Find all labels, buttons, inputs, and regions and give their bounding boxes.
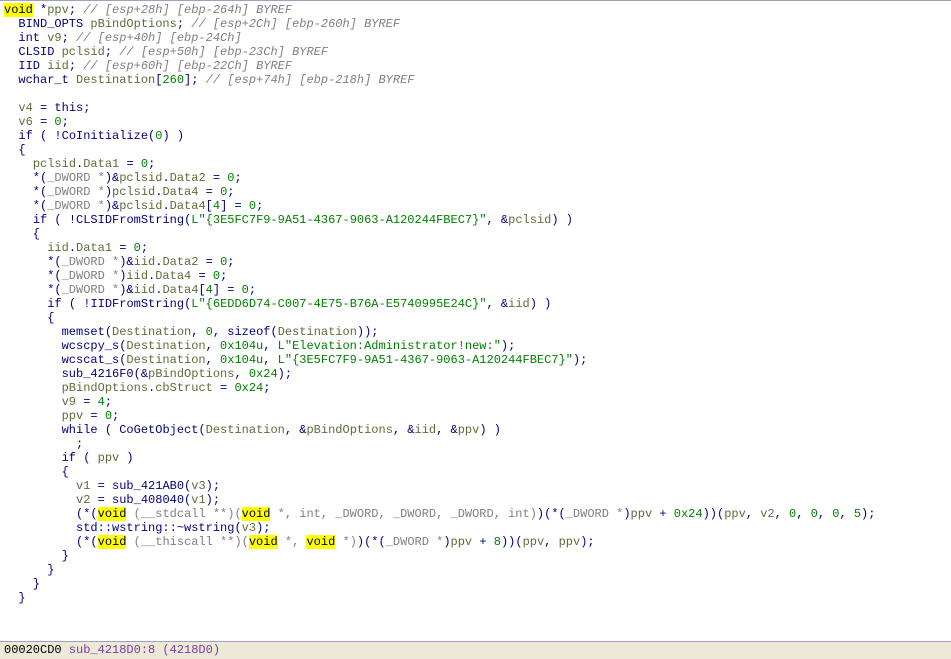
code-line[interactable]: {: [4, 227, 951, 241]
code-line[interactable]: ;: [4, 437, 951, 451]
code-line[interactable]: if ( !CLSIDFromString(L"{3E5FC7F9-9A51-4…: [4, 213, 951, 227]
code-line[interactable]: CLSID pclsid; // [esp+50h] [ebp-23Ch] BY…: [4, 45, 951, 59]
code-line[interactable]: {: [4, 143, 951, 157]
code-line[interactable]: void *ppv; // [esp+28h] [ebp-264h] BYREF: [4, 3, 951, 17]
status-offset: 00020CD0: [4, 643, 62, 657]
code-line[interactable]: (*(void (__thiscall **)(void *, void *))…: [4, 535, 951, 549]
code-line[interactable]: v9 = 4;: [4, 395, 951, 409]
code-line[interactable]: [4, 87, 951, 101]
code-line[interactable]: if ( ppv ): [4, 451, 951, 465]
code-line[interactable]: v2 = sub_408040(v1);: [4, 493, 951, 507]
code-line[interactable]: sub_4216F0(&pBindOptions, 0x24);: [4, 367, 951, 381]
pseudocode-pane[interactable]: void *ppv; // [esp+28h] [ebp-264h] BYREF…: [0, 1, 951, 641]
code-line[interactable]: memset(Destination, 0, sizeof(Destinatio…: [4, 325, 951, 339]
code-line[interactable]: wchar_t Destination[260]; // [esp+74h] […: [4, 73, 951, 87]
code-line[interactable]: *(_DWORD *)pclsid.Data4 = 0;: [4, 185, 951, 199]
highlight-token: void: [249, 535, 278, 549]
code-line[interactable]: wcscat_s(Destination, 0x104u, L"{3E5FC7F…: [4, 353, 951, 367]
highlight-token: void: [98, 535, 127, 549]
code-line[interactable]: }: [4, 563, 951, 577]
code-line[interactable]: *(_DWORD *)&pclsid.Data2 = 0;: [4, 171, 951, 185]
code-line[interactable]: *(_DWORD *)iid.Data4 = 0;: [4, 269, 951, 283]
code-line[interactable]: ppv = 0;: [4, 409, 951, 423]
code-line[interactable]: {: [4, 311, 951, 325]
code-line[interactable]: std::wstring::~wstring(v3);: [4, 521, 951, 535]
code-line[interactable]: }: [4, 549, 951, 563]
code-line[interactable]: *(_DWORD *)&iid.Data4[4] = 0;: [4, 283, 951, 297]
code-line[interactable]: v4 = this;: [4, 101, 951, 115]
highlight-token: void: [98, 507, 127, 521]
code-line[interactable]: BIND_OPTS pBindOptions; // [esp+2Ch] [eb…: [4, 17, 951, 31]
code-line[interactable]: {: [4, 465, 951, 479]
code-line[interactable]: (*(void (__stdcall **)(void *, int, _DWO…: [4, 507, 951, 521]
code-line[interactable]: v6 = 0;: [4, 115, 951, 129]
code-line[interactable]: *(_DWORD *)&iid.Data2 = 0;: [4, 255, 951, 269]
code-line[interactable]: pclsid.Data1 = 0;: [4, 157, 951, 171]
code-line[interactable]: IID iid; // [esp+60h] [ebp-22Ch] BYREF: [4, 59, 951, 73]
highlight-token: void: [306, 535, 335, 549]
code-line[interactable]: if ( !CoInitialize(0) ): [4, 129, 951, 143]
code-line[interactable]: if ( !IIDFromString(L"{6EDD6D74-C007-4E7…: [4, 297, 951, 311]
code-line[interactable]: iid.Data1 = 0;: [4, 241, 951, 255]
code-line[interactable]: int v9; // [esp+40h] [ebp-24Ch]: [4, 31, 951, 45]
highlight-token: void: [242, 507, 271, 521]
status-symbol: sub_4218D0:8 (4218D0): [69, 643, 220, 657]
code-line[interactable]: *(_DWORD *)&pclsid.Data4[4] = 0;: [4, 199, 951, 213]
code-line[interactable]: wcscpy_s(Destination, 0x104u, L"Elevatio…: [4, 339, 951, 353]
status-bar: 00020CD0 sub_4218D0:8 (4218D0): [0, 641, 951, 659]
code-line[interactable]: while ( CoGetObject(Destination, &pBindO…: [4, 423, 951, 437]
highlight-token: void: [4, 3, 33, 17]
code-line[interactable]: }: [4, 591, 951, 605]
disassembler-view: void *ppv; // [esp+28h] [ebp-264h] BYREF…: [0, 0, 951, 659]
code-line[interactable]: v1 = sub_421AB0(v3);: [4, 479, 951, 493]
code-line[interactable]: }: [4, 577, 951, 591]
code-line[interactable]: pBindOptions.cbStruct = 0x24;: [4, 381, 951, 395]
